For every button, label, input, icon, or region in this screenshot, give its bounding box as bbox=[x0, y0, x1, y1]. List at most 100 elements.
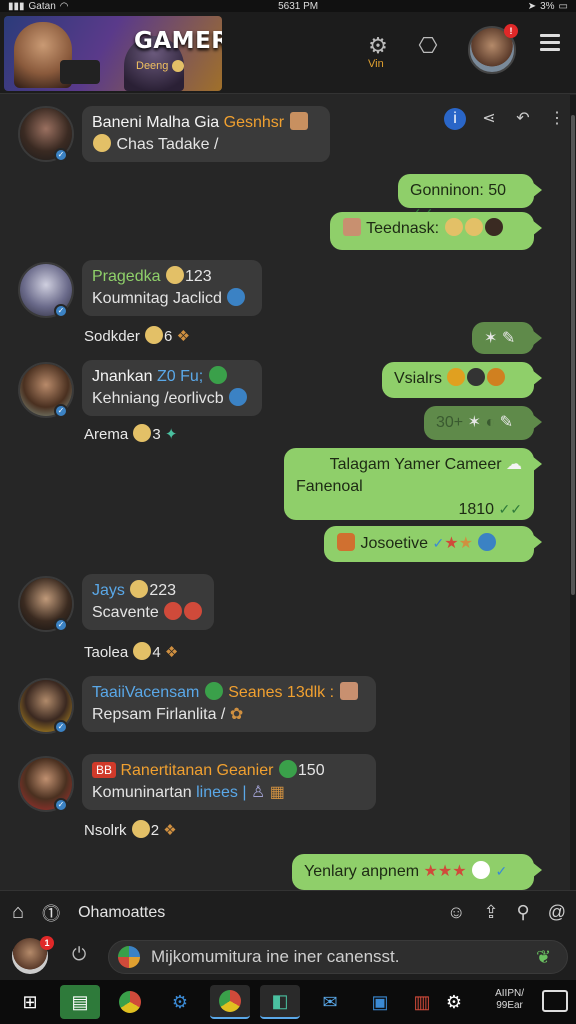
reaction-count: 3 bbox=[152, 426, 161, 443]
sender-name: Jnankan bbox=[92, 368, 153, 385]
hamburger-menu-icon[interactable] bbox=[540, 34, 560, 55]
sender-tag: Seanes 13dlk : bbox=[228, 684, 335, 701]
message-bubble[interactable]: TaaiiVacensam Seanes 13dlk : Repsam Firl… bbox=[82, 676, 376, 732]
gamepad-icon[interactable]: ⎔ bbox=[414, 32, 442, 60]
message-text: Gonninon: 50 bbox=[410, 182, 507, 199]
reaction-count: 6 bbox=[164, 328, 173, 345]
banner-camera-image bbox=[60, 60, 100, 84]
location-icon: ➤ bbox=[527, 0, 537, 12]
reply-icon[interactable]: ↶ bbox=[512, 108, 534, 130]
message-text: Talagam Yamer Cameer bbox=[329, 456, 502, 473]
wifi-icon: ◠ bbox=[59, 0, 69, 12]
reaction-row[interactable]: Taolea 4 ❖ bbox=[84, 642, 178, 661]
status-time: 5631 PM bbox=[278, 0, 319, 12]
bottom-nav: ⌂ ⓵ Ohamoattes ☺ ⇪ ⚲ @ bbox=[0, 890, 576, 934]
message-text: Teednask: bbox=[366, 220, 440, 237]
message-text: Josoetive bbox=[360, 535, 429, 552]
message-bubble[interactable]: BB Ranertitanan Geanier 150 Komuninartan… bbox=[82, 754, 376, 810]
globe-icon[interactable] bbox=[118, 946, 140, 968]
reaction-row[interactable]: Sodkder 6 ❖ bbox=[84, 326, 190, 345]
attach-tool-icon[interactable]: ⚲ bbox=[517, 902, 530, 923]
message-input[interactable]: Mijkomumitura ine iner canensst. bbox=[108, 940, 568, 974]
banner-title: GAMER bbox=[134, 28, 222, 54]
message-count: 223 bbox=[149, 582, 177, 599]
message-count: 123 bbox=[184, 268, 212, 285]
mail-app-icon[interactable]: ✉ bbox=[310, 985, 350, 1019]
clock-line-2: 99Ear bbox=[496, 1000, 523, 1011]
chat-scrollbar[interactable] bbox=[570, 95, 576, 890]
message-text-link[interactable]: linees | bbox=[196, 784, 246, 801]
sender-name: Jays bbox=[92, 582, 125, 599]
reaction-row[interactable]: Arema 3 ✦ bbox=[84, 424, 177, 443]
message-bubble-outgoing[interactable]: 30+ ✶ ◐ ✎ bbox=[424, 406, 542, 440]
read-check-icon: ✓✓ bbox=[498, 501, 522, 517]
app-folder-icon[interactable]: ▤ bbox=[60, 985, 100, 1019]
settings-sub-label: Vin bbox=[368, 58, 384, 70]
message-bubble[interactable]: Baneni Malha Gia Gesnhsr Chas Tadake / bbox=[82, 106, 330, 162]
verified-icon: ✓ bbox=[54, 404, 68, 418]
power-icon[interactable]: ⏻ bbox=[72, 944, 86, 965]
mention-icon[interactable]: ⓵ bbox=[42, 900, 60, 926]
tab-label[interactable]: Ohamoattes bbox=[78, 904, 165, 922]
emoji-tool-icon[interactable]: ☺ bbox=[447, 902, 465, 923]
reaction-label: Taolea bbox=[84, 644, 129, 661]
message-text: Komuninartan bbox=[92, 784, 192, 801]
reaction-label: Sodkder bbox=[84, 328, 140, 345]
send-leaf-icon[interactable]: ❦ bbox=[536, 947, 551, 968]
book-app-icon[interactable]: ▥ bbox=[410, 985, 434, 1019]
reaction-row[interactable]: Nsolrk 2 ❖ bbox=[84, 820, 177, 839]
my-notification-badge: 1 bbox=[40, 936, 54, 950]
message-text: Scavente bbox=[92, 604, 159, 621]
verified-icon: ✓ bbox=[54, 304, 68, 318]
settings-app-icon[interactable]: ⚙ bbox=[160, 985, 200, 1019]
home-icon[interactable]: ⌂ bbox=[12, 901, 24, 924]
status-bar: ▮▮▮ Gatan ◠ 5631 PM ➤ 3% ▭ bbox=[0, 0, 576, 12]
sender-name: TaaiiVacensam bbox=[92, 684, 200, 701]
verified-icon: ✓ bbox=[54, 618, 68, 632]
folder-app-icon[interactable]: ▣ bbox=[360, 985, 400, 1019]
sender-tag: Z0 Fu; bbox=[156, 368, 204, 385]
verified-icon: ✓ bbox=[54, 798, 68, 812]
flag-pill: BB bbox=[92, 762, 117, 778]
message-bubble-outgoing[interactable]: Gonninon: 50 ✓✓ bbox=[398, 174, 542, 221]
signal-icon: ▮▮▮ bbox=[8, 0, 25, 12]
reaction-count: 2 bbox=[150, 822, 160, 839]
message-text: Repsam Firlanlita / bbox=[92, 706, 226, 723]
reaction-label: Arema bbox=[84, 426, 129, 443]
message-bubble-outgoing[interactable]: Yenlary anpnem ★★★ ✓ bbox=[292, 854, 542, 890]
message-text: Kehniang /eorlivcb bbox=[92, 390, 224, 407]
message-bubble-outgoing[interactable]: Talagam Yamer Cameer ☁ Fanenoal 1810 ✓✓ bbox=[284, 448, 542, 520]
store-app-icon[interactable]: ◧ bbox=[260, 985, 300, 1019]
sender-name: Pragedka bbox=[92, 268, 161, 285]
upload-tool-icon[interactable]: ⇪ bbox=[483, 902, 498, 923]
gamer-banner[interactable]: GAMER Deeng bbox=[4, 16, 222, 91]
star-icon: ✶ bbox=[484, 330, 498, 347]
chrome-active-icon[interactable] bbox=[210, 985, 250, 1019]
message-bubble-outgoing[interactable]: Josoetive ✓★★ bbox=[324, 526, 542, 562]
pencil-icon: ✎ bbox=[501, 330, 516, 347]
more-options-icon[interactable]: ⋮ bbox=[546, 108, 568, 130]
reaction-label: Nsolrk bbox=[84, 822, 127, 839]
message-bubble[interactable]: Jays 223 Scavente bbox=[82, 574, 214, 630]
chrome-icon[interactable] bbox=[110, 985, 150, 1019]
message-composer: 1 ⏻ Mijkomumitura ine iner canensst. ❦ bbox=[0, 934, 576, 980]
notification-center-icon[interactable] bbox=[542, 990, 568, 1012]
message-bubble[interactable]: Pragedka 123 Koumnitag Jaclicd bbox=[82, 260, 262, 316]
message-text: Koumnitag Jaclicd bbox=[92, 290, 222, 307]
at-tool-icon[interactable]: @ bbox=[548, 902, 566, 923]
start-windows-icon[interactable]: ⊞ bbox=[10, 985, 50, 1019]
message-bubble-outgoing[interactable]: ✶ ✎ bbox=[472, 322, 542, 354]
battery-icon: ▭ bbox=[558, 0, 568, 12]
message-bubble-outgoing[interactable]: Teednask: bbox=[330, 212, 542, 250]
tray-gear-icon[interactable]: ⚙ bbox=[444, 985, 464, 1019]
info-icon[interactable]: i bbox=[444, 108, 466, 130]
message-count: 150 bbox=[297, 762, 325, 779]
gear-icon[interactable]: ⚙ bbox=[364, 32, 392, 60]
message-text: Yenlary anpnem bbox=[304, 863, 420, 880]
battery-label: 3% bbox=[540, 0, 555, 12]
message-bubble[interactable]: Jnankan Z0 Fu; Kehniang /eorlivcb bbox=[82, 360, 262, 416]
share-icon[interactable]: ⋖ bbox=[478, 108, 500, 130]
verified-icon: ✓ bbox=[54, 148, 68, 162]
message-bubble-outgoing[interactable]: Vsialrs bbox=[382, 362, 542, 398]
taskbar-clock[interactable]: AIIPN/ 99Ear bbox=[495, 988, 524, 1012]
